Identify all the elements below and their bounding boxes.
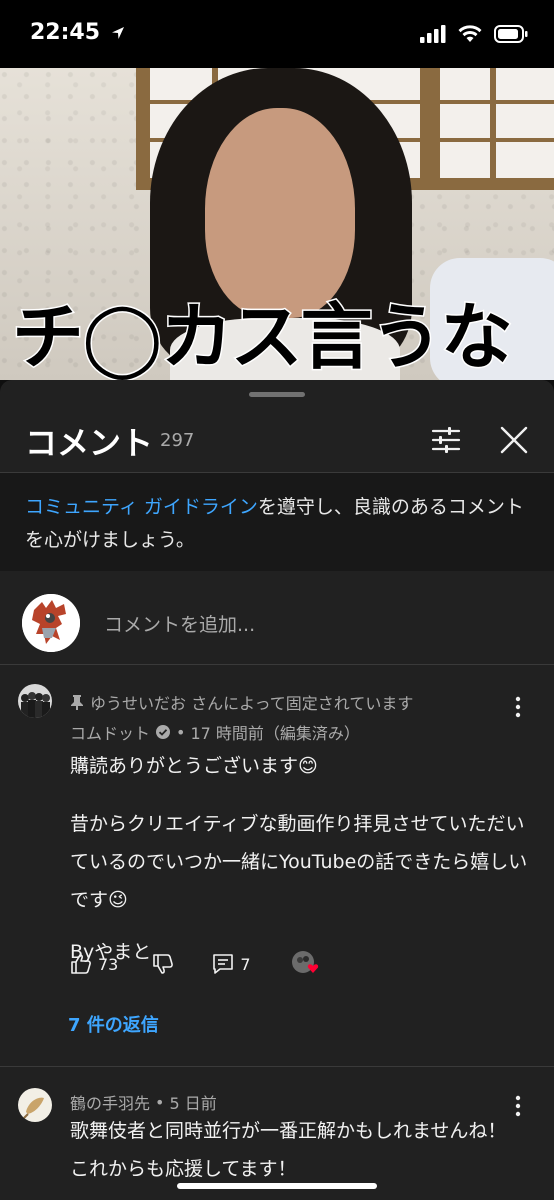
more-options-icon[interactable] (505, 694, 531, 720)
status-bar: 22:45 (0, 0, 554, 68)
comment-line: 購読ありがとうございます😊 (70, 755, 318, 777)
guideline-link[interactable]: コミュニティ ガイドライン (25, 496, 258, 518)
comment-author[interactable]: 鶴の手羽先 (70, 1090, 150, 1114)
comment-meta: 鶴の手羽先 • 5 日前 (70, 1090, 217, 1114)
drag-handle[interactable] (249, 392, 305, 397)
creator-heart-icon (291, 951, 318, 973)
video-player[interactable]: チ◯カス言うな (0, 68, 554, 380)
location-arrow-icon (111, 27, 124, 39)
pinned-label: ゆうせいだお さんによって固定されています (70, 690, 413, 714)
guideline-text: コミュニティ ガイドラインを遵守し、良識のあるコメントを心がけましょう。 (25, 491, 535, 557)
pinned-text: ゆうせいだお さんによって固定されています (90, 694, 414, 713)
like-count: 73 (98, 954, 119, 974)
comment-body: 購読ありがとうございます😊 昔からクリエイティブな動画作り拝見させていただいてい… (70, 747, 540, 971)
comment-line: 昔からクリエイティブな動画作り拝見させていただいているのでいつか一緒にYouTu… (70, 813, 528, 911)
home-indicator[interactable] (177, 1183, 377, 1189)
comment-body: 歌舞伎者と同時並行が一番正解かもしれませんね！ これからも応援してます！ (70, 1112, 540, 1188)
creator-heart (291, 950, 321, 978)
reply-button[interactable]: 7 (212, 953, 251, 975)
comment-actions: 73 7 (70, 949, 321, 979)
comment-time: 5 日前 (169, 1094, 217, 1113)
like-button[interactable]: 73 (70, 953, 118, 975)
view-replies-link[interactable]: 7 件の返信 (68, 1011, 159, 1037)
pin-icon (71, 695, 83, 710)
add-comment-divider (0, 664, 554, 665)
status-time: 22:45 (30, 20, 126, 45)
comment-meta: コムドット • 17 時間前（編集済み） (70, 720, 360, 744)
chicken-wing-avatar-icon (18, 1088, 52, 1122)
commenter-avatar[interactable] (18, 1088, 52, 1122)
close-icon[interactable] (498, 424, 530, 456)
verified-check-icon (156, 725, 171, 739)
monster-avatar-icon (22, 594, 80, 652)
comment-separator: • (176, 722, 186, 742)
wifi-icon (458, 25, 482, 42)
filter-icon[interactable] (430, 424, 462, 456)
comments-header: コメント 297 (0, 410, 554, 472)
comments-count: 297 (160, 430, 195, 451)
group-photo-avatar-icon (18, 684, 52, 718)
thumbs-up-icon (71, 954, 91, 974)
comment-separator: • (155, 1092, 165, 1112)
battery-icon (494, 25, 528, 43)
comment-line: 歌舞伎者と同時並行が一番正解かもしれませんね！ (70, 1120, 507, 1142)
status-icons (419, 24, 528, 46)
add-comment-row[interactable]: コメントを追加... (0, 572, 554, 664)
video-caption: チ◯カス言うな (11, 293, 515, 381)
comment-time: 17 時間前（編集済み） (190, 724, 360, 743)
reply-comment-icon (213, 954, 234, 974)
comdot-avatar[interactable] (18, 684, 52, 718)
signal-icon (419, 25, 446, 43)
reply-count: 7 (240, 954, 251, 974)
comments-title: コメント (25, 424, 154, 462)
community-guideline-notice: コミュニティ ガイドラインを遵守し、良識のあるコメントを心がけましょう。 (0, 473, 554, 571)
thumbs-down-icon (153, 954, 174, 974)
add-comment-input[interactable]: コメントを追加... (104, 610, 255, 637)
comments-sheet: コメント 297 コミュニティ ガイドラインを遵守し、良識のあるコメントを心がけ… (0, 380, 554, 1200)
comment-author[interactable]: コムドット (70, 720, 150, 744)
comment-divider (0, 1066, 554, 1067)
dislike-button[interactable] (152, 953, 174, 975)
user-avatar (22, 594, 80, 652)
